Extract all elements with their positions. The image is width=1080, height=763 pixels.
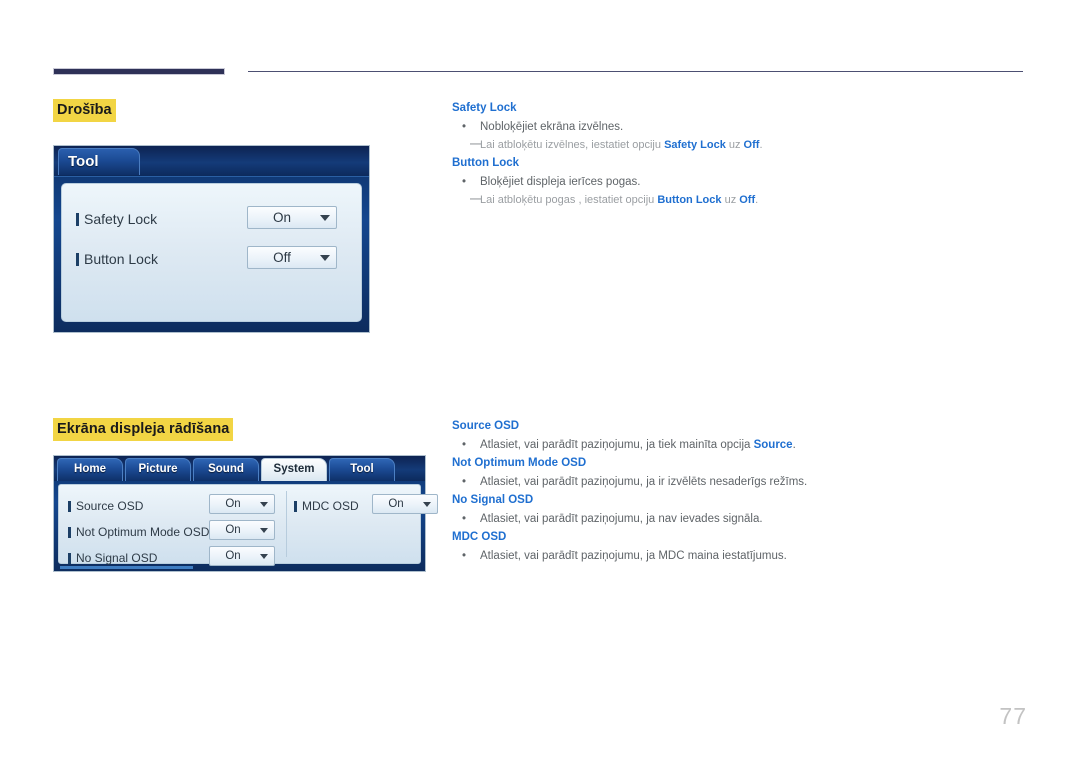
desc-bullet-suffix-source-osd: . [792,439,796,451]
bullet-dot-icon: • [462,550,467,562]
row-marker-icon [68,526,71,538]
note-prefix-safety-lock: Lai atbloķētu izvēlnes, iestatiet opciju [480,139,665,151]
osd-tab-tool[interactable]: Tool [329,458,395,481]
desc-bullet-text-no-signal-osd: Atlasiet, vai parādīt paziņojumu, ja nav… [480,513,763,525]
note-keyword-off-safety: Off [743,139,760,151]
osd-select-source-osd[interactable]: On [209,494,275,514]
desc-bullet-prefix-source-osd: Atlasiet, vai parādīt paziņojumu, ja tie… [480,439,754,451]
note-keyword-safety-lock: Safety Lock [664,139,726,151]
osd-panel-tool: Tool Safety Lock On Button Lock Off [53,145,370,333]
row-marker-icon [68,500,71,512]
osd-body-system: Source OSD On Not Optimum Mode OSD On No… [58,484,438,566]
osd-select-mdc-osd[interactable]: On [372,494,438,514]
desc-bullet-not-optimum-mode-osd: • Atlasiet, vai parādīt paziņojumu, ja i… [452,474,1027,490]
desc-bullet-no-signal-osd: • Atlasiet, vai parādīt paziņojumu, ja n… [452,511,1027,527]
chevron-down-icon [423,501,431,507]
osd-column-divider [286,491,287,557]
note-keyword-button-lock: Button Lock [657,194,722,206]
note-keyword-off-button: Off [739,194,756,206]
osd-label-mdc-osd: MDC OSD [302,499,359,513]
osd-select-button-lock[interactable]: Off [247,246,337,269]
desc-bullet-text-safety-lock: Nobloķējiet ekrāna izvēlnes. [480,121,624,133]
osd-select-no-signal-osd[interactable]: On [209,546,275,566]
description-block-security: Safety Lock • Nobloķējiet ekrāna izvēlne… [452,100,1027,210]
desc-bullet-safety-lock: • Nobloķējiet ekrāna izvēlnes. [452,119,1027,135]
row-marker-icon [294,500,297,512]
osd-row-not-optimum-mode-osd: Not Optimum Mode OSD [68,519,209,545]
header-accent-bar [53,68,225,75]
bullet-dot-icon: • [462,176,467,188]
note-dash-icon: — [470,138,481,150]
osd-tab-home[interactable]: Home [57,458,123,481]
section-heading-osd-display: Ekrāna displeja rādīšana [53,418,234,441]
desc-note-button-lock: — Lai atbloķētu pogas , iestatiet opciju… [452,192,1027,208]
manual-page: Drošība Tool Safety Lock On Button Lock … [0,0,1080,763]
chevron-down-icon [320,214,330,221]
desc-bullet-text-mdc-osd: Atlasiet, vai parādīt paziņojumu, ja MDC… [480,550,787,562]
header-thin-line [248,71,1023,72]
desc-heading-not-optimum-mode-osd: Not Optimum Mode OSD [452,457,587,469]
osd-tab-picture[interactable]: Picture [125,458,191,481]
chevron-down-icon [260,527,268,533]
desc-keyword-source: Source [753,439,793,451]
osd-row-safety-lock: Safety Lock [76,206,157,232]
bullet-dot-icon: • [462,476,467,488]
chevron-down-icon [320,254,330,261]
osd-select-value-mdc-osd: On [388,498,404,510]
description-block-osd-display: Source OSD • Atlasiet, vai parādīt paziņ… [452,418,1027,566]
bullet-dot-icon: • [462,513,467,525]
osd-select-value-no-signal-osd: On [225,550,241,562]
desc-bullet-text-button-lock: Bloķējiet displeja ierīces pogas. [480,176,641,188]
note-suffix-button-lock: . [755,194,759,206]
osd-select-value-source-osd: On [225,498,241,510]
osd-select-safety-lock[interactable]: On [247,206,337,229]
desc-heading-no-signal-osd: No Signal OSD [452,494,534,506]
osd-select-value-safety-lock: On [272,210,291,225]
osd-titlebar: Tool [54,146,369,177]
osd-row-source-osd: Source OSD [68,493,143,519]
osd-select-value-button-lock: Off [273,250,291,265]
desc-note-safety-lock: — Lai atbloķētu izvēlnes, iestatiet opci… [452,137,1027,153]
osd-select-not-optimum-mode-osd[interactable]: On [209,520,275,540]
row-marker-icon [76,212,79,226]
bullet-dot-icon: • [462,439,467,451]
desc-bullet-source-osd: • Atlasiet, vai parādīt paziņojumu, ja t… [452,437,1027,453]
osd-panel-system: Home Picture Sound System Tool Source OS… [53,455,438,572]
row-marker-icon [68,552,71,564]
osd-label-not-optimum-mode-osd: Not Optimum Mode OSD [76,525,210,539]
desc-bullet-button-lock: • Bloķējiet displeja ierīces pogas. [452,174,1027,190]
desc-heading-button-lock: Button Lock [452,157,520,169]
osd-tab-tool[interactable]: Tool [58,148,140,175]
note-prefix-button-lock: Lai atbloķētu pogas , iestatiet opciju [480,194,658,206]
osd-select-value-not-optimum-mode-osd: On [225,524,241,536]
osd-tab-sound[interactable]: Sound [193,458,259,481]
chevron-down-icon [260,553,268,559]
osd-body-tool: Safety Lock On Button Lock Off [61,183,362,322]
header-rule [0,0,1080,75]
osd-tabbar: Home Picture Sound System Tool [54,456,425,481]
desc-heading-safety-lock: Safety Lock [452,102,517,114]
osd-label-safety-lock: Safety Lock [84,211,158,227]
osd-row-button-lock: Button Lock [76,246,158,272]
section-heading-security: Drošība [53,99,116,122]
note-mid-safety-lock: uz [725,139,744,151]
note-suffix-safety-lock: . [759,139,763,151]
note-mid-button-lock: uz [721,194,740,206]
osd-label-button-lock: Button Lock [84,251,158,267]
desc-heading-source-osd: Source OSD [452,420,520,432]
row-marker-icon [76,252,79,266]
osd-row-mdc-osd: MDC OSD [294,493,359,519]
desc-heading-mdc-osd: MDC OSD [452,531,507,543]
note-dash-icon: — [470,193,481,205]
desc-bullet-text-not-optimum-mode-osd: Atlasiet, vai parādīt paziņojumu, ja ir … [480,476,808,488]
osd-label-no-signal-osd: No Signal OSD [76,551,158,565]
bullet-dot-icon: • [462,121,467,133]
page-number: 77 [999,703,1027,729]
osd-tab-system[interactable]: System [261,458,327,481]
chevron-down-icon [260,501,268,507]
osd-label-source-osd: Source OSD [76,499,144,513]
osd-bottom-accent [60,566,193,569]
desc-bullet-mdc-osd: • Atlasiet, vai parādīt paziņojumu, ja M… [452,548,1027,564]
